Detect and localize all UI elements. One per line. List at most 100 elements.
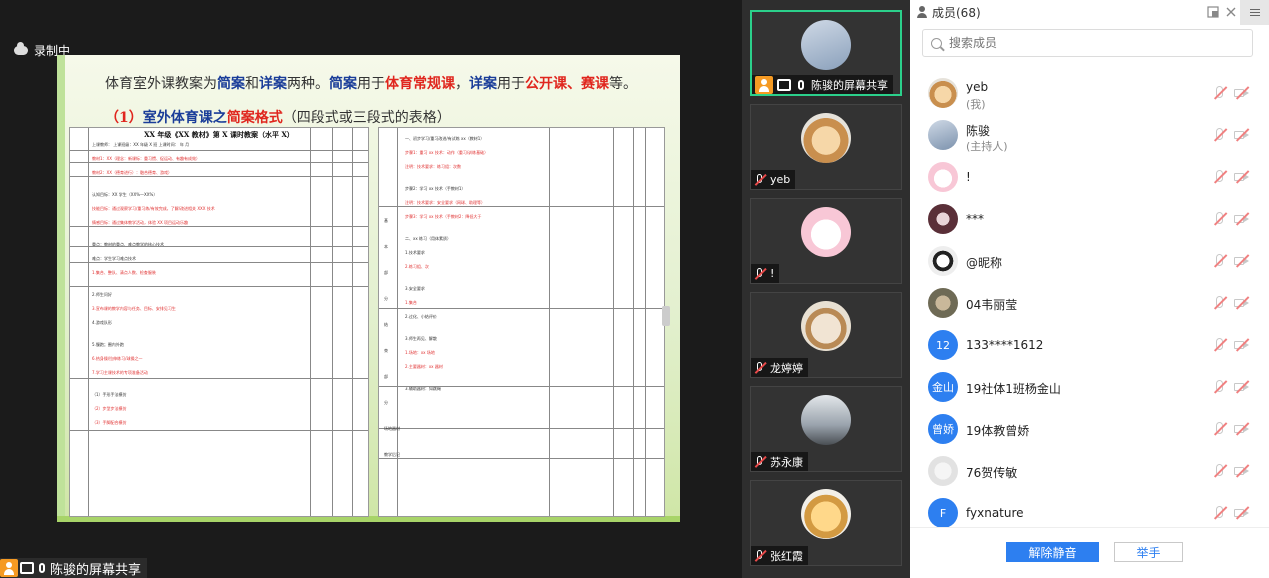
share-label-text: 陈骏的屏幕共享 bbox=[50, 562, 142, 578]
mic-muted-icon[interactable] bbox=[1212, 380, 1228, 394]
table-col-line bbox=[310, 128, 311, 516]
mic-muted-icon[interactable] bbox=[1212, 506, 1228, 520]
lesson-plan-table-left: XX 年级《XX 教材》第 X 课时教案（水平 X） 上课教师： 上课班级：XX… bbox=[69, 127, 369, 517]
table-text: （2）步型步法模仿 bbox=[92, 406, 127, 411]
table-text: 2.师生问好 bbox=[92, 292, 112, 297]
camera-off-icon[interactable] bbox=[1234, 422, 1250, 436]
slide-scrollbar[interactable] bbox=[662, 306, 670, 326]
person-icon bbox=[0, 559, 18, 577]
avatar bbox=[928, 78, 958, 108]
menu-button[interactable] bbox=[1240, 0, 1269, 25]
mic-muted-icon[interactable] bbox=[1212, 170, 1228, 184]
camera-off-icon[interactable] bbox=[1234, 338, 1250, 352]
tile-name: yeb bbox=[770, 173, 791, 186]
table-col-line bbox=[332, 128, 333, 516]
member-list[interactable]: yeb (我) 陈骏 (主持人)! *** @昵称 04韦丽莹 12 133****1612 金山… bbox=[910, 72, 1269, 527]
mic-icon bbox=[798, 79, 804, 90]
meeting-window: 录制中 体育室外课教案为简案和详案两种。简案用于体育常规课，详案用于公开课、赛课… bbox=[0, 0, 1269, 578]
table-side-label: 部 bbox=[384, 270, 388, 275]
camera-off-icon[interactable] bbox=[1234, 506, 1250, 520]
text: 体育室外课教案为 bbox=[105, 76, 217, 92]
member-name: 陈骏 bbox=[966, 124, 991, 138]
popout-icon[interactable] bbox=[1206, 4, 1220, 18]
table-col-line bbox=[352, 128, 353, 516]
table-text: 2.练习组、次 bbox=[405, 264, 429, 269]
table-side-label: 分 bbox=[384, 400, 388, 405]
member-row[interactable]: ! bbox=[910, 156, 1269, 198]
table-col-line bbox=[549, 128, 550, 516]
member-name: ! bbox=[966, 170, 971, 184]
video-tile[interactable]: 陈骏的屏幕共享 bbox=[750, 10, 902, 96]
unmute-all-button[interactable]: 解除静音 bbox=[1006, 542, 1099, 562]
member-row[interactable]: @昵称 bbox=[910, 240, 1269, 282]
table-side-label: 部 bbox=[384, 374, 388, 379]
video-tile[interactable]: 张红霞 bbox=[750, 480, 902, 566]
members-icon bbox=[916, 6, 928, 18]
search-box[interactable] bbox=[922, 29, 1253, 57]
video-tile[interactable]: ! bbox=[750, 198, 902, 284]
mic-muted-icon[interactable] bbox=[1212, 464, 1228, 478]
video-tile[interactable]: 苏永康 bbox=[750, 386, 902, 472]
tile-name: 苏永康 bbox=[770, 455, 803, 469]
member-row[interactable]: 曾娇 19体教曾娇 bbox=[910, 408, 1269, 450]
lesson-plan-table-right: 一、初步学习/重习改进/有试练 xx（教材1） 步骤1：重习 xx 技术：动作（重… bbox=[378, 127, 665, 517]
table-row-line bbox=[379, 458, 664, 459]
camera-off-icon[interactable] bbox=[1234, 380, 1250, 394]
member-row[interactable]: yeb (我) bbox=[910, 72, 1269, 114]
tile-name: 龙婷婷 bbox=[770, 361, 803, 375]
tile-name-bar: 陈骏的屏幕共享 bbox=[752, 75, 893, 94]
close-icon[interactable] bbox=[1224, 4, 1238, 18]
member-row[interactable]: 76贺传敏 bbox=[910, 450, 1269, 492]
mic-muted-icon bbox=[754, 549, 767, 562]
camera-off-icon[interactable] bbox=[1234, 464, 1250, 478]
table-text: 认知目标：XX 学生（XX%—XX%） bbox=[92, 192, 158, 197]
tile-name: 张红霞 bbox=[770, 549, 803, 563]
camera-off-icon[interactable] bbox=[1234, 296, 1250, 310]
table-text: 上课教师： 上课班级：XX 年级 X 班 上课时间： 年 月 bbox=[92, 142, 190, 147]
member-row[interactable]: Ffyxnature bbox=[910, 492, 1269, 527]
camera-off-icon[interactable] bbox=[1234, 86, 1250, 100]
text: 两种。 bbox=[287, 76, 329, 92]
mic-muted-icon bbox=[754, 361, 767, 374]
camera-off-icon[interactable] bbox=[1234, 254, 1250, 268]
avatar bbox=[928, 456, 958, 486]
search-input[interactable] bbox=[949, 36, 1229, 50]
member-row[interactable]: 04韦丽莹 bbox=[910, 282, 1269, 324]
table-row-line bbox=[70, 226, 368, 227]
mic-icon bbox=[39, 563, 45, 573]
hamburger-icon bbox=[1249, 11, 1260, 14]
panel-footer: 解除静音 举手 bbox=[910, 527, 1269, 578]
camera-off-icon[interactable] bbox=[1234, 128, 1250, 142]
table-col-line bbox=[633, 128, 634, 516]
table-row-line bbox=[379, 206, 664, 207]
member-name: 76贺传敏 bbox=[966, 466, 1018, 480]
video-tile[interactable]: 龙婷婷 bbox=[750, 292, 902, 378]
table-text: 二、xx 练习（用体素质） bbox=[405, 236, 452, 241]
avatar: F bbox=[928, 498, 958, 527]
tile-name-bar: ! bbox=[751, 264, 780, 283]
mic-muted-icon[interactable] bbox=[1212, 296, 1228, 310]
table-text: 3.宣布课的教学内容与任务、目标、安排见习生 bbox=[92, 306, 176, 311]
mic-muted-icon[interactable] bbox=[1212, 128, 1228, 142]
member-row[interactable]: 12 133****1612 bbox=[910, 324, 1269, 366]
member-name: *** bbox=[966, 212, 984, 226]
text: 和 bbox=[245, 76, 259, 92]
member-row[interactable]: *** bbox=[910, 198, 1269, 240]
avatar: 金山 bbox=[928, 372, 958, 402]
panel-title: 成员(68) bbox=[932, 6, 981, 20]
video-tile[interactable]: yeb bbox=[750, 104, 902, 190]
member-row[interactable]: 陈骏 (主持人) bbox=[910, 114, 1269, 156]
mic-muted-icon[interactable] bbox=[1212, 212, 1228, 226]
mic-muted-icon[interactable] bbox=[1212, 338, 1228, 352]
text: 体育常规课 bbox=[385, 76, 455, 92]
member-row[interactable]: 金山 19社体1班杨金山 bbox=[910, 366, 1269, 408]
mic-muted-icon[interactable] bbox=[1212, 254, 1228, 268]
mic-muted-icon[interactable] bbox=[1212, 86, 1228, 100]
table-text: 注明：技术要求：练习组：次数 bbox=[405, 164, 461, 169]
camera-off-icon[interactable] bbox=[1234, 212, 1250, 226]
shared-screen[interactable]: 录制中 体育室外课教案为简案和详案两种。简案用于体育常规课，详案用于公开课、赛课… bbox=[0, 0, 742, 578]
camera-off-icon[interactable] bbox=[1234, 170, 1250, 184]
raise-hand-button[interactable]: 举手 bbox=[1114, 542, 1183, 562]
participant-avatar bbox=[801, 489, 851, 539]
mic-muted-icon[interactable] bbox=[1212, 422, 1228, 436]
